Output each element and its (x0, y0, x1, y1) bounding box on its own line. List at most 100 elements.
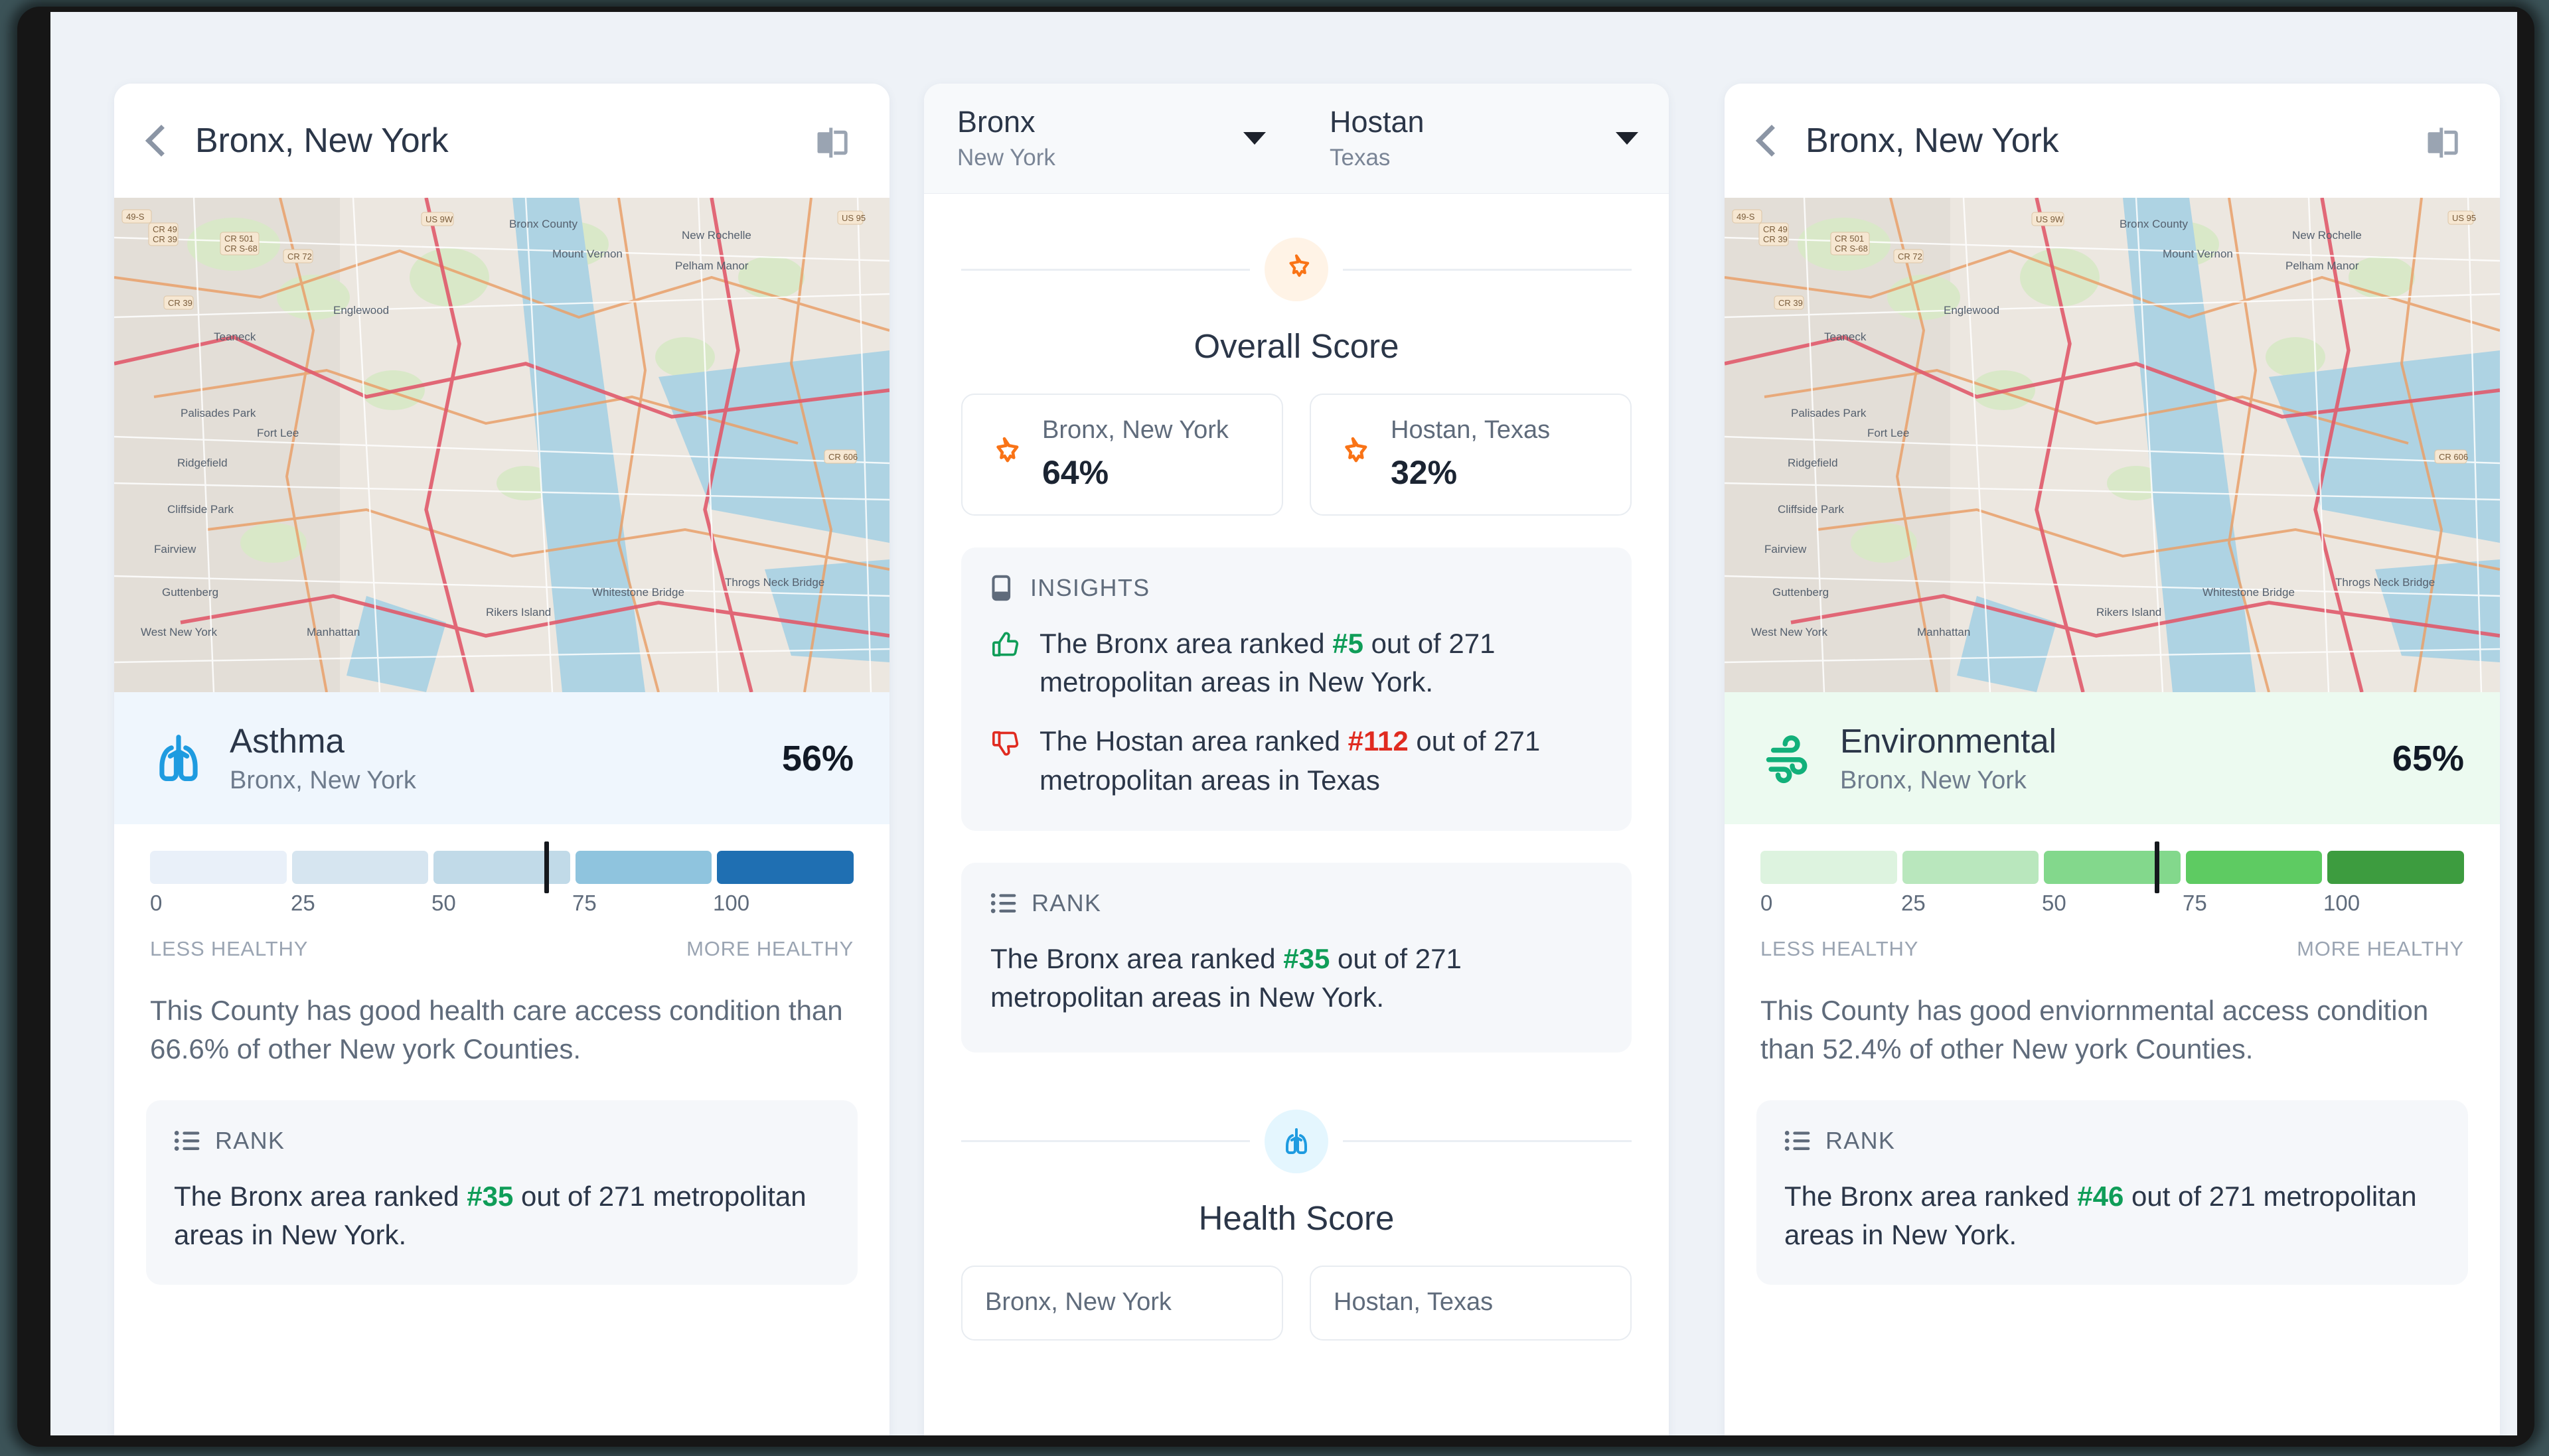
metric-percent: 56% (781, 738, 854, 778)
svg-text:Manhattan: Manhattan (307, 626, 360, 638)
county-state: Texas (1330, 145, 1391, 171)
health-score-title: Health Score (1198, 1199, 1395, 1237)
insight-rank-value: #5 (1332, 627, 1363, 659)
svg-text:Bronx County: Bronx County (2120, 218, 2188, 230)
insight-text-good: The Bronx area ranked #5 out of 271 metr… (1040, 624, 1602, 703)
panel-header-right: Bronx, New York (1725, 84, 2500, 198)
insight-text-before: The Bronx area ranked (1040, 627, 1333, 659)
list-icon (1784, 1131, 1810, 1151)
chevron-down-icon[interactable] (1616, 132, 1638, 145)
lungs-icon (159, 734, 198, 781)
svg-text:Guttenberg: Guttenberg (162, 586, 218, 599)
svg-text:CR 501: CR 501 (224, 234, 254, 244)
compare-split-icon[interactable] (814, 125, 851, 161)
rank-text-middle: The Bronx area ranked #35 out of 271 met… (990, 940, 1602, 1017)
list-icon (990, 893, 1016, 913)
svg-text:Englewood: Englewood (333, 304, 389, 317)
insight-text-before: The Hostan area ranked (1040, 725, 1348, 757)
svg-text:49-S: 49-S (1737, 212, 1755, 222)
map-canvas: Teaneck Englewood Palisades Park Fort Le… (1725, 198, 2500, 692)
metric-name: Asthma (230, 722, 345, 760)
svg-text:CR 39: CR 39 (168, 298, 193, 308)
scale-segment-1 (291, 851, 429, 885)
metric-percent: 65% (2392, 738, 2464, 778)
map-view-left[interactable]: Teaneck Englewood Palisades Park Fort Le… (114, 198, 889, 692)
thumbs-up-icon (992, 632, 1019, 656)
scale-segment-0 (1760, 851, 1897, 885)
scale-segment-0 (150, 851, 287, 885)
wind-icon (1766, 735, 1808, 783)
svg-text:CR 501: CR 501 (1835, 234, 1864, 244)
scale-ticks: 0 25 50 75 100 (1760, 891, 2464, 922)
svg-text:CR S-68: CR S-68 (1835, 244, 1868, 254)
metric-summary: This County has good enviornmental acces… (1760, 995, 2429, 1065)
compare-split-icon[interactable] (2424, 125, 2461, 161)
score-place: Hostan, Texas (1334, 1287, 1494, 1316)
score-value: 64% (1042, 453, 1109, 491)
overall-score-cards: Bronx, New York 64% Hostan, Texas 32% (924, 366, 1669, 516)
svg-text:Englewood: Englewood (1944, 304, 1999, 317)
map-canvas: Teaneck Englewood Palisades Park Fort Le… (114, 198, 889, 692)
score-card-bronx[interactable]: Bronx, New York 64% (961, 394, 1283, 516)
scale-segment-2 (2044, 851, 2181, 885)
scale-environmental: 0 25 50 75 100 LESS HEALTHY MORE HEALTHY (1725, 824, 2500, 961)
rank-value: #46 (2077, 1181, 2124, 1212)
score-place: Bronx, New York (985, 1287, 1172, 1316)
rank-value: #35 (467, 1181, 514, 1212)
metric-header-asthma: Asthma Bronx, New York 56% (114, 692, 889, 825)
scale-tick: 50 (431, 891, 456, 916)
svg-text:Fairview: Fairview (1764, 543, 1807, 555)
svg-text:CR 606: CR 606 (2439, 452, 2468, 462)
rank-value: #35 (1283, 942, 1330, 974)
rank-card-right: RANK The Bronx area ranked #46 out of 27… (1756, 1100, 2468, 1285)
chevron-left-icon[interactable] (145, 124, 178, 157)
health-score-card-hostan[interactable]: Hostan, Texas (1310, 1265, 1632, 1341)
svg-text:US 9W: US 9W (2036, 214, 2064, 224)
svg-text:Throgs Neck Bridge: Throgs Neck Bridge (2335, 576, 2435, 589)
insights-label: INSIGHTS (1030, 573, 1150, 601)
scale-label-more: MORE HEALTHY (686, 937, 854, 961)
scale-segment-2 (433, 851, 570, 885)
svg-text:Rikers Island: Rikers Island (2096, 606, 2161, 619)
score-value: 32% (1391, 453, 1458, 491)
rank-label: RANK (1825, 1127, 1896, 1155)
scale-tick: 75 (2183, 891, 2207, 916)
svg-text:US 95: US 95 (2452, 213, 2476, 223)
svg-text:Whitestone Bridge: Whitestone Bridge (2202, 586, 2295, 599)
svg-text:CR S-68: CR S-68 (224, 244, 258, 254)
rank-label: RANK (215, 1127, 285, 1155)
insight-item-good: The Bronx area ranked #5 out of 271 metr… (990, 624, 1602, 703)
comparison-panel: Bronx New York Hostan Texas Overall Scor… (924, 84, 1669, 1435)
svg-text:Pelham Manor: Pelham Manor (2285, 259, 2359, 272)
device-frame: Bronx, New York Teaneck Englewood Palisa… (17, 7, 2534, 1447)
chevron-left-icon[interactable] (1755, 124, 1788, 157)
scale-bar (150, 841, 854, 894)
rank-text-before: The Bronx area ranked (1784, 1181, 2078, 1212)
scale-ticks: 0 25 50 75 100 (150, 891, 854, 922)
scale-bar (1760, 841, 2464, 894)
svg-text:West New York: West New York (141, 626, 217, 638)
scale-tick: 50 (2042, 891, 2066, 916)
insight-rank-value: #112 (1348, 725, 1409, 757)
asthma-detail-panel: Bronx, New York Teaneck Englewood Palisa… (114, 84, 889, 1435)
svg-text:US 95: US 95 (842, 213, 866, 223)
svg-text:49-S: 49-S (126, 212, 145, 222)
scale-label-less: LESS HEALTHY (1760, 937, 1919, 961)
health-score-card-bronx[interactable]: Bronx, New York (961, 1265, 1283, 1341)
chevron-down-icon[interactable] (1243, 132, 1266, 145)
scale-tick: 25 (291, 891, 315, 916)
svg-text:Fort Lee: Fort Lee (1867, 427, 1909, 439)
scale-marker (544, 841, 549, 894)
county-select-left[interactable]: Bronx New York (924, 84, 1296, 193)
environmental-detail-panel: Bronx, New York Teaneck Englewood Palisa… (1725, 84, 2500, 1435)
svg-text:Cliffside Park: Cliffside Park (1778, 503, 1844, 516)
score-card-hostan[interactable]: Hostan, Texas 32% (1310, 394, 1632, 516)
county-select-right[interactable]: Hostan Texas (1296, 84, 1669, 193)
svg-text:Ridgefield: Ridgefield (177, 457, 228, 469)
scale-segment-1 (1902, 851, 2039, 885)
insights-card: INSIGHTS The Bronx area ranked #5 out of… (961, 547, 1632, 831)
svg-text:Ridgefield: Ridgefield (1788, 457, 1838, 469)
svg-text:Manhattan: Manhattan (1917, 626, 1970, 638)
metric-location: Bronx, New York (1840, 766, 2027, 795)
map-view-right[interactable]: Teaneck Englewood Palisades Park Fort Le… (1725, 198, 2500, 692)
